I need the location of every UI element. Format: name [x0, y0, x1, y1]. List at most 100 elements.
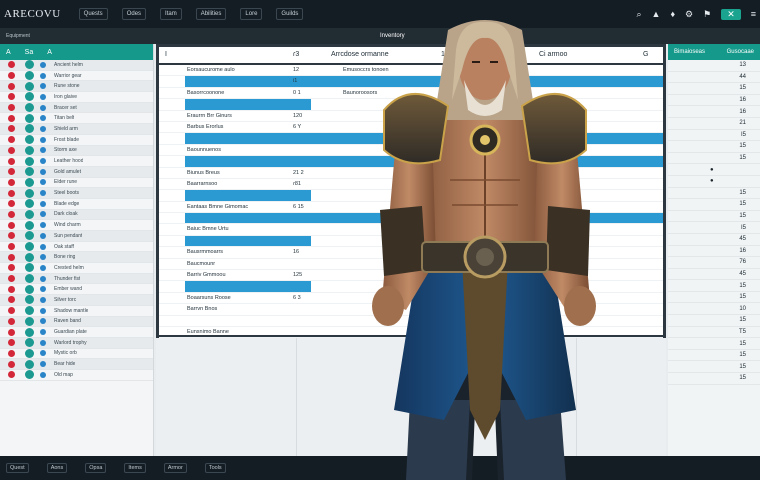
sidebar-list-item[interactable]: Rune stone: [0, 81, 153, 93]
stats-header-cell[interactable]: Bimaioseas: [674, 49, 705, 55]
sidebar-list-item[interactable]: Sun pendant: [0, 231, 153, 242]
alert-icon[interactable]: ▲: [652, 9, 661, 19]
stats-value: 15: [739, 189, 746, 196]
status-red-dot: [8, 61, 15, 69]
nav-item[interactable]: Quests: [78, 8, 108, 20]
status-teal-dot: [25, 306, 34, 316]
nav-item[interactable]: Lore: [240, 8, 263, 20]
stats-value: 76: [739, 259, 746, 266]
sidebar-list-item[interactable]: Dark cloak: [0, 209, 153, 221]
sidebar-list-item[interactable]: Frost blade: [0, 135, 153, 146]
nav-item[interactable]: Odes: [121, 8, 147, 20]
warrior-character-image: [372, 20, 596, 480]
footer-item[interactable]: Aons: [46, 463, 68, 473]
sidebar-header-cell[interactable]: Sa: [25, 49, 34, 56]
status-red-dot: [8, 253, 15, 261]
sidebar-list-item[interactable]: Silver torc: [0, 295, 153, 306]
sidebar-item-label: Rune stone: [54, 83, 80, 90]
table-cell-name: Baarrarnsoo: [187, 180, 218, 187]
stats-row: 10: [668, 303, 760, 316]
close-icon[interactable]: ✕: [721, 8, 741, 20]
status-teal-dot: [25, 209, 34, 219]
footer-item[interactable]: Tools: [204, 463, 226, 473]
sidebar-list-item[interactable]: Blade edge: [0, 199, 153, 210]
footer-item[interactable]: Armor: [163, 463, 187, 473]
sidebar-list-item[interactable]: Iron glaive: [0, 92, 153, 103]
stats-row: 21: [668, 118, 760, 130]
panel-header-cell[interactable]: ɾ3: [293, 51, 299, 58]
sidebar-list-item[interactable]: Bear hide: [0, 359, 153, 370]
sidebar-list-item[interactable]: Bracer set: [0, 102, 153, 114]
nav-item[interactable]: Abilities: [195, 8, 227, 20]
sidebar-list-item[interactable]: Bone ring: [0, 252, 153, 264]
sidebar-list-item[interactable]: Old map: [0, 370, 153, 381]
stats-row: 15: [668, 280, 760, 292]
stats-row: I5: [668, 222, 760, 234]
sidebar-list-item[interactable]: Mystic orb: [0, 348, 153, 360]
sidebar-list-item[interactable]: Titan belt: [0, 113, 153, 125]
status-blue-dot: [40, 371, 46, 378]
search-icon[interactable]: ⌕: [636, 9, 641, 20]
status-teal-dot: [25, 220, 34, 230]
table-cell-name: Eunsnimo Banne: [187, 328, 229, 335]
sidebar-header-cell[interactable]: A: [6, 49, 11, 56]
sidebar-header-cell[interactable]: A: [47, 49, 52, 56]
table-cell-name: Boaarsuns Roose: [187, 294, 231, 301]
status-teal-dot: [25, 242, 34, 252]
sidebar-item-label: Bear hide: [54, 361, 76, 368]
status-blue-dot: [40, 350, 46, 357]
stats-row: 45: [668, 234, 760, 246]
menu-icon[interactable]: ≡: [751, 9, 756, 19]
table-cell-name: Barrvn Bnos: [187, 306, 218, 313]
sidebar-list-item[interactable]: Ember wand: [0, 284, 153, 296]
footer-item[interactable]: Items: [124, 463, 146, 473]
stats-row: T5: [668, 327, 760, 339]
flag-icon[interactable]: ⚑: [703, 9, 711, 20]
status-red-dot: [8, 189, 15, 197]
sidebar-list-item[interactable]: Elder rune: [0, 177, 153, 189]
status-blue-dot: [40, 329, 46, 336]
status-red-dot: [8, 264, 15, 272]
status-blue-dot: [40, 232, 46, 239]
panel-header-cell[interactable]: I: [165, 51, 167, 58]
sidebar-list-item[interactable]: Guardian plate: [0, 327, 153, 338]
nav-item[interactable]: Guilds: [276, 8, 304, 20]
right-pauldron-shape: [520, 92, 587, 165]
sidebar-list-item[interactable]: Steel boots: [0, 188, 153, 199]
sidebar-list-item[interactable]: Warrior gear: [0, 71, 153, 82]
table-cell-name: Baounnuenos: [187, 146, 221, 153]
settings-icon[interactable]: ⚙: [685, 9, 693, 20]
stats-value: 15: [739, 213, 746, 220]
table-cell-name: Barriv Gmmoou: [187, 272, 226, 279]
app-logo[interactable]: ARECOVU: [4, 8, 61, 20]
sidebar-list-item[interactable]: Thunder fist: [0, 273, 153, 285]
stats-marker: ●: [710, 178, 714, 185]
sidebar-list-item[interactable]: Shadow mantle: [0, 306, 153, 317]
sidebar-list-item[interactable]: Storm axe: [0, 145, 153, 157]
panel-header-cell[interactable]: G: [643, 51, 648, 58]
stats-value: 21: [739, 120, 746, 127]
footer-item[interactable]: Quest: [6, 463, 29, 473]
nav-item[interactable]: Itam: [160, 8, 182, 20]
sidebar-list-item[interactable]: Oak staff: [0, 242, 153, 253]
sidebar-list-item[interactable]: Raven band: [0, 316, 153, 328]
sidebar-list-item[interactable]: Warlord trophy: [0, 337, 153, 349]
sidebar-item-label: Iron glaive: [54, 93, 78, 100]
sidebar-list-item[interactable]: Leather hood: [0, 156, 153, 167]
status-blue-dot: [40, 254, 46, 261]
status-teal-dot: [25, 370, 34, 380]
stats-row: 15: [668, 153, 760, 165]
status-blue-dot: [40, 200, 46, 207]
sidebar-list-item[interactable]: Crested helm: [0, 263, 153, 274]
status-red-dot: [8, 296, 15, 304]
sidebar-list-item[interactable]: Wind charm: [0, 220, 153, 231]
footer-item[interactable]: Opsa: [85, 463, 107, 473]
sidebar-list-item[interactable]: Gold amulet: [0, 166, 153, 178]
sidebar-list-item[interactable]: Ancient helm: [0, 60, 153, 71]
stats-header-cell[interactable]: Gusocaae: [727, 49, 754, 55]
stats-value: 16: [739, 108, 746, 115]
stats-row: ●: [668, 176, 760, 188]
bell-icon[interactable]: ♦: [670, 9, 675, 19]
sidebar-list-item[interactable]: Shield arm: [0, 124, 153, 135]
stats-row: 15: [668, 83, 760, 95]
